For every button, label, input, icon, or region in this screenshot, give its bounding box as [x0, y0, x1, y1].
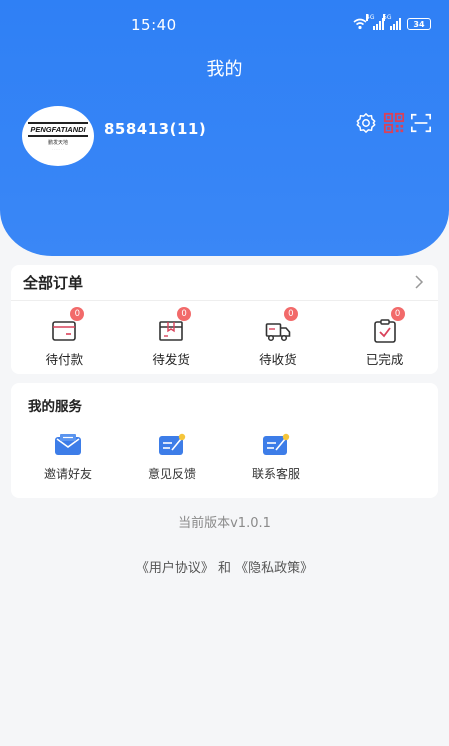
order-item-completed[interactable]: 0 已完成: [331, 301, 438, 373]
package-icon: [159, 321, 183, 341]
battery-icon: 34: [407, 18, 431, 30]
order-count-badge: 0: [390, 307, 405, 321]
settings-icon[interactable]: [355, 112, 377, 134]
order-item-label: 待收货: [259, 352, 297, 367]
order-item-label: 待发货: [152, 352, 190, 367]
orders-title: 全部订单: [23, 274, 84, 292]
service-label: 联系客服: [251, 467, 300, 481]
order-item-label: 已完成: [365, 352, 404, 367]
order-count-badge: 0: [177, 307, 192, 321]
user-agreement-link[interactable]: 《用户协议》: [136, 561, 214, 576]
agreements-and: 和: [213, 561, 236, 576]
orders-card: 全部订单 0 待付款 0 待发货 0 待收货 0 已完成: [11, 265, 438, 374]
status-bar: 15:40 4G 5G 34: [0, 14, 449, 38]
signal-icon-2: 5G: [383, 14, 401, 30]
all-orders-header[interactable]: 全部订单: [11, 265, 438, 301]
wifi-icon: [353, 18, 367, 30]
qr-code-icon[interactable]: [383, 112, 405, 134]
avatar[interactable]: PENGFATIANDI 鹏发天地 · · · · · · ·: [22, 106, 94, 166]
avatar-logo-small: · · · · · · ·: [51, 146, 65, 151]
order-count-badge: 0: [283, 307, 298, 321]
username: 858413(11): [104, 120, 207, 138]
privacy-policy-link[interactable]: 《隐私政策》: [235, 561, 313, 576]
services-title: 我的服务: [28, 399, 82, 415]
service-label: 意见反馈: [147, 467, 196, 481]
service-feedback[interactable]: 意见反馈: [132, 433, 212, 482]
services-card: 我的服务 邀请好友 意见反馈 联系客服: [11, 383, 438, 498]
service-invite-friends[interactable]: 邀请好友: [28, 433, 108, 482]
service-contact-support[interactable]: 联系客服: [236, 433, 316, 482]
invite-mail-icon: [55, 434, 81, 455]
customer-service-icon: [263, 433, 290, 455]
feedback-icon: [159, 433, 186, 455]
order-item-label: 待付款: [45, 352, 84, 367]
status-icons: 4G 5G 34: [353, 14, 431, 30]
order-item-pending-shipment[interactable]: 0 待发货: [118, 301, 225, 373]
order-item-pending-receipt[interactable]: 0 待收货: [225, 301, 332, 373]
clipboard-check-icon: [373, 319, 396, 343]
scan-icon[interactable]: [410, 112, 432, 134]
agreements-links: 《用户协议》 和 《隐私政策》: [0, 557, 449, 576]
order-status-row: 0 待付款 0 待发货 0 待收货 0 已完成: [11, 301, 438, 373]
avatar-logo-sub: 鹏发天地: [47, 139, 68, 146]
avatar-logo-text: PENGFATIANDI: [28, 121, 88, 137]
app-version: 当前版本v1.0.1: [178, 516, 271, 531]
order-item-pending-payment[interactable]: 0 待付款: [11, 301, 118, 373]
status-time: 15:40: [131, 16, 177, 34]
profile-header: 15:40 4G 5G 34 我的 PENGFATIANDI 鹏发天地 · · …: [0, 0, 449, 256]
page-title: 我的: [206, 59, 243, 80]
order-count-badge: 0: [70, 307, 85, 321]
service-label: 邀请好友: [43, 467, 92, 481]
wallet-icon: [52, 321, 77, 341]
chevron-right-icon: [415, 275, 424, 289]
truck-icon: [265, 323, 291, 342]
